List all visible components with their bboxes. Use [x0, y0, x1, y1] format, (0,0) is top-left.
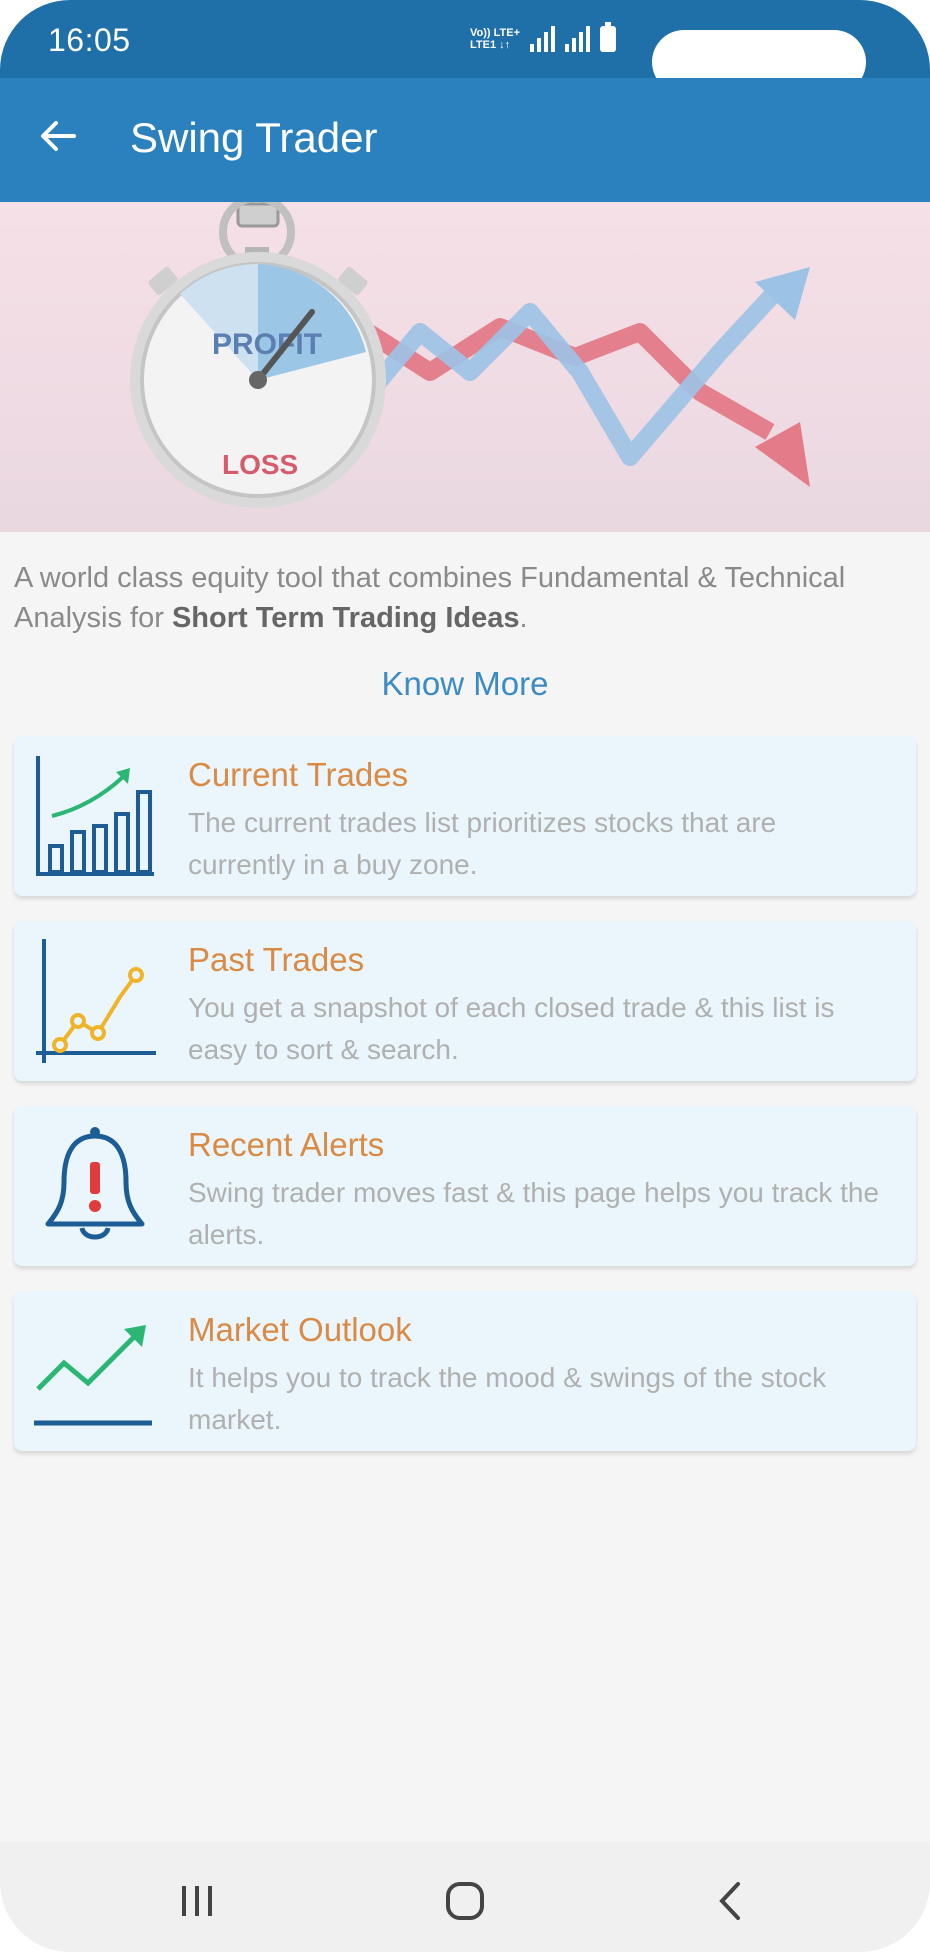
- card-title: Recent Alerts: [188, 1126, 385, 1163]
- line-chart-icon: [36, 939, 156, 1063]
- app-bar: Swing Trader: [0, 78, 930, 202]
- card-market-outlook[interactable]: Market Outlook It helps you to track the…: [14, 1291, 916, 1451]
- card-description: The current trades list prioritizes stoc…: [188, 807, 777, 880]
- phone-screen: 16:05 Vo)) LTE+ LTE1 ↓↑ Swing Trader PRO…: [0, 0, 930, 1952]
- hero-banner: PROFIT LOSS: [0, 202, 930, 532]
- status-bar: 16:05 Vo)) LTE+ LTE1 ↓↑: [0, 0, 930, 94]
- recent-apps-icon[interactable]: [172, 1876, 222, 1926]
- page-title: Swing Trader: [130, 114, 378, 161]
- bar-chart-up-icon: [36, 756, 154, 876]
- profit-label: PROFIT: [212, 328, 322, 361]
- loss-label: LOSS: [222, 449, 298, 480]
- network-indicator: Vo)) LTE+ LTE1 ↓↑: [470, 27, 521, 51]
- card-description: It helps you to track the mood & swings …: [188, 1362, 827, 1435]
- card-past-trades[interactable]: Past Trades You get a snapshot of each c…: [14, 921, 916, 1081]
- card-current-trades[interactable]: Current Trades The current trades list p…: [14, 736, 916, 896]
- intro-highlight: Short Term Trading Ideas: [171, 602, 520, 634]
- status-time: 16:05: [48, 22, 131, 58]
- trend-up-icon: [34, 1325, 152, 1426]
- bell-alert-icon: [45, 1127, 145, 1240]
- intro-description: A world class equity tool that combines …: [14, 562, 846, 634]
- card-title: Market Outlook: [188, 1311, 412, 1348]
- know-more-link[interactable]: Know More: [0, 665, 930, 703]
- card-description: You get a snapshot of each closed trade …: [188, 992, 835, 1065]
- card-description: Swing trader moves fast & this page help…: [188, 1177, 880, 1250]
- home-icon[interactable]: [440, 1876, 490, 1926]
- back-icon[interactable]: [706, 1876, 756, 1926]
- signal-icon: [530, 26, 556, 52]
- card-title: Past Trades: [188, 941, 365, 978]
- back-arrow-icon[interactable]: [34, 112, 82, 160]
- card-title: Current Trades: [188, 756, 409, 793]
- card-recent-alerts[interactable]: Recent Alerts Swing trader moves fast & …: [14, 1106, 916, 1266]
- battery-icon: [600, 22, 617, 52]
- stopwatch-illustration: PROFIT LOSS: [130, 202, 810, 508]
- status-icons: Vo)) LTE+ LTE1 ↓↑: [470, 22, 617, 56]
- signal-icon-2: [565, 26, 591, 52]
- system-nav-bar: [0, 1842, 930, 1952]
